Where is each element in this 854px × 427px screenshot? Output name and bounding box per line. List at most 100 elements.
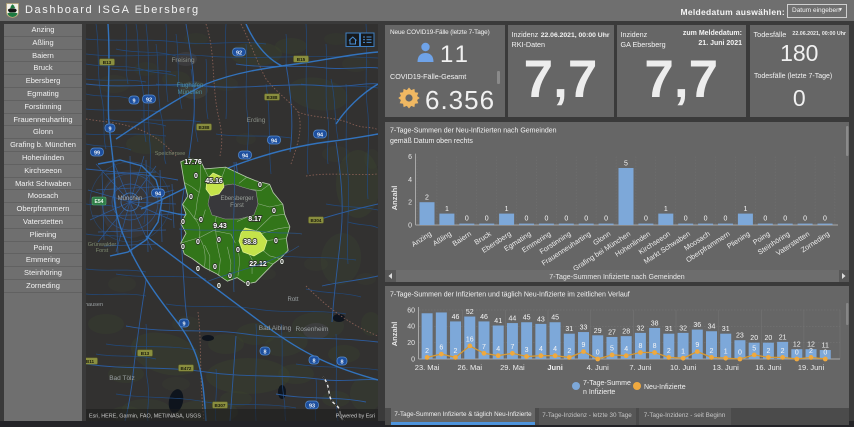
svg-text:31: 31 — [722, 326, 730, 333]
svg-text:1: 1 — [743, 206, 747, 213]
svg-text:2: 2 — [425, 348, 429, 355]
svg-text:Flughafen: Flughafen — [177, 83, 204, 89]
svg-text:0: 0 — [795, 350, 799, 357]
svg-text:Freising: Freising — [171, 57, 195, 64]
svg-text:4: 4 — [539, 346, 543, 353]
svg-text:2: 2 — [766, 348, 770, 355]
svg-text:0: 0 — [644, 215, 648, 222]
svg-text:4: 4 — [496, 346, 500, 353]
svg-text:43: 43 — [537, 316, 545, 323]
svg-text:B13: B13 — [141, 351, 150, 356]
svg-text:n Infizierte: n Infizierte — [583, 389, 615, 396]
svg-text:8: 8 — [340, 359, 343, 365]
svg-text:E54: E54 — [95, 199, 104, 205]
svg-text:2: 2 — [408, 199, 412, 206]
svg-text:0: 0 — [803, 215, 807, 222]
svg-text:2: 2 — [454, 348, 458, 355]
svg-text:0: 0 — [564, 215, 568, 222]
svg-text:40: 40 — [407, 324, 415, 331]
svg-text:5: 5 — [610, 345, 614, 352]
svg-text:B304: B304 — [311, 218, 322, 223]
svg-text:1: 1 — [664, 206, 668, 213]
svg-text:Ebersberger: Ebersberger — [220, 196, 253, 202]
svg-text:6: 6 — [408, 154, 412, 161]
svg-text:0: 0 — [738, 350, 742, 357]
svg-text:29. Mai: 29. Mai — [500, 363, 525, 372]
svg-text:Neu-Infizierte: Neu-Infizierte — [644, 384, 686, 391]
svg-text:92: 92 — [236, 50, 242, 56]
svg-text:99: 99 — [94, 150, 100, 156]
svg-text:8: 8 — [653, 343, 657, 350]
svg-text:28: 28 — [622, 329, 630, 336]
svg-text:0: 0 — [604, 215, 608, 222]
svg-text:B307: B307 — [215, 403, 226, 408]
svg-text:13. Juni: 13. Juni — [713, 363, 740, 372]
svg-text:29: 29 — [594, 328, 602, 335]
svg-text:0: 0 — [763, 215, 767, 222]
svg-text:26. Mai: 26. Mai — [457, 363, 482, 372]
svg-text:94: 94 — [317, 132, 324, 138]
svg-text:Bad Aibling: Bad Aibling — [259, 325, 292, 332]
svg-text:5: 5 — [624, 160, 628, 167]
svg-text:0: 0 — [199, 217, 203, 224]
svg-text:21: 21 — [779, 334, 787, 341]
svg-text:45: 45 — [523, 315, 531, 322]
svg-text:10. Juni: 10. Juni — [670, 363, 697, 372]
svg-text:2: 2 — [425, 194, 429, 201]
svg-text:92: 92 — [146, 97, 152, 103]
svg-text:Speichersee: Speichersee — [155, 151, 186, 157]
svg-text:Forst: Forst — [230, 203, 244, 209]
svg-text:94: 94 — [242, 153, 249, 159]
svg-text:B388: B388 — [199, 125, 210, 130]
svg-text:32: 32 — [637, 325, 645, 332]
svg-text:2: 2 — [667, 348, 671, 355]
svg-text:4: 4 — [408, 176, 412, 183]
svg-text:46: 46 — [452, 314, 460, 321]
svg-text:1: 1 — [681, 349, 685, 356]
svg-text:B13: B13 — [103, 60, 112, 65]
svg-text:9: 9 — [182, 321, 185, 327]
svg-text:0: 0 — [194, 173, 198, 180]
svg-text:38.8: 38.8 — [243, 239, 257, 246]
svg-text:2: 2 — [567, 348, 571, 355]
svg-text:Forst: Forst — [96, 248, 109, 254]
svg-text:8: 8 — [638, 343, 642, 350]
svg-text:Anzahl: Anzahl — [390, 185, 399, 210]
svg-text:0: 0 — [213, 264, 217, 271]
svg-text:1: 1 — [445, 206, 449, 213]
svg-text:hausen: hausen — [86, 302, 103, 308]
svg-text:0: 0 — [217, 237, 221, 244]
svg-text:94: 94 — [155, 191, 162, 197]
svg-text:17.76: 17.76 — [184, 159, 202, 166]
svg-text:B472: B472 — [181, 366, 192, 371]
svg-text:0: 0 — [408, 222, 412, 229]
svg-text:0: 0 — [823, 350, 827, 357]
svg-text:0: 0 — [596, 350, 600, 357]
svg-text:Anzahl: Anzahl — [390, 322, 399, 347]
svg-text:0: 0 — [783, 215, 787, 222]
svg-text:0: 0 — [485, 215, 489, 222]
svg-text:20: 20 — [750, 335, 758, 342]
svg-text:7-Tage-Summen der Neu-Infizier: 7-Tage-Summen der Neu-Infizierten nach G… — [390, 127, 557, 134]
svg-text:B15: B15 — [297, 57, 306, 62]
svg-text:München: München — [118, 196, 143, 202]
svg-text:0: 0 — [704, 215, 708, 222]
svg-text:Erding: Erding — [247, 117, 266, 124]
svg-text:38: 38 — [651, 321, 659, 328]
svg-text:0: 0 — [189, 194, 193, 201]
svg-text:0: 0 — [724, 215, 728, 222]
svg-text:B11: B11 — [86, 359, 95, 364]
svg-text:Juni: Juni — [547, 363, 562, 372]
svg-text:0: 0 — [280, 259, 284, 266]
svg-text:0: 0 — [584, 215, 588, 222]
svg-text:0: 0 — [684, 215, 688, 222]
svg-text:4: 4 — [624, 346, 628, 353]
svg-text:0: 0 — [544, 215, 548, 222]
svg-text:Rosenheim: Rosenheim — [296, 326, 329, 333]
svg-text:52: 52 — [466, 309, 474, 316]
svg-text:0: 0 — [525, 215, 529, 222]
svg-text:1: 1 — [505, 206, 509, 213]
svg-text:7-Tage-Summe: 7-Tage-Summe — [583, 380, 631, 387]
svg-text:44: 44 — [509, 316, 517, 323]
svg-text:9: 9 — [582, 342, 586, 349]
